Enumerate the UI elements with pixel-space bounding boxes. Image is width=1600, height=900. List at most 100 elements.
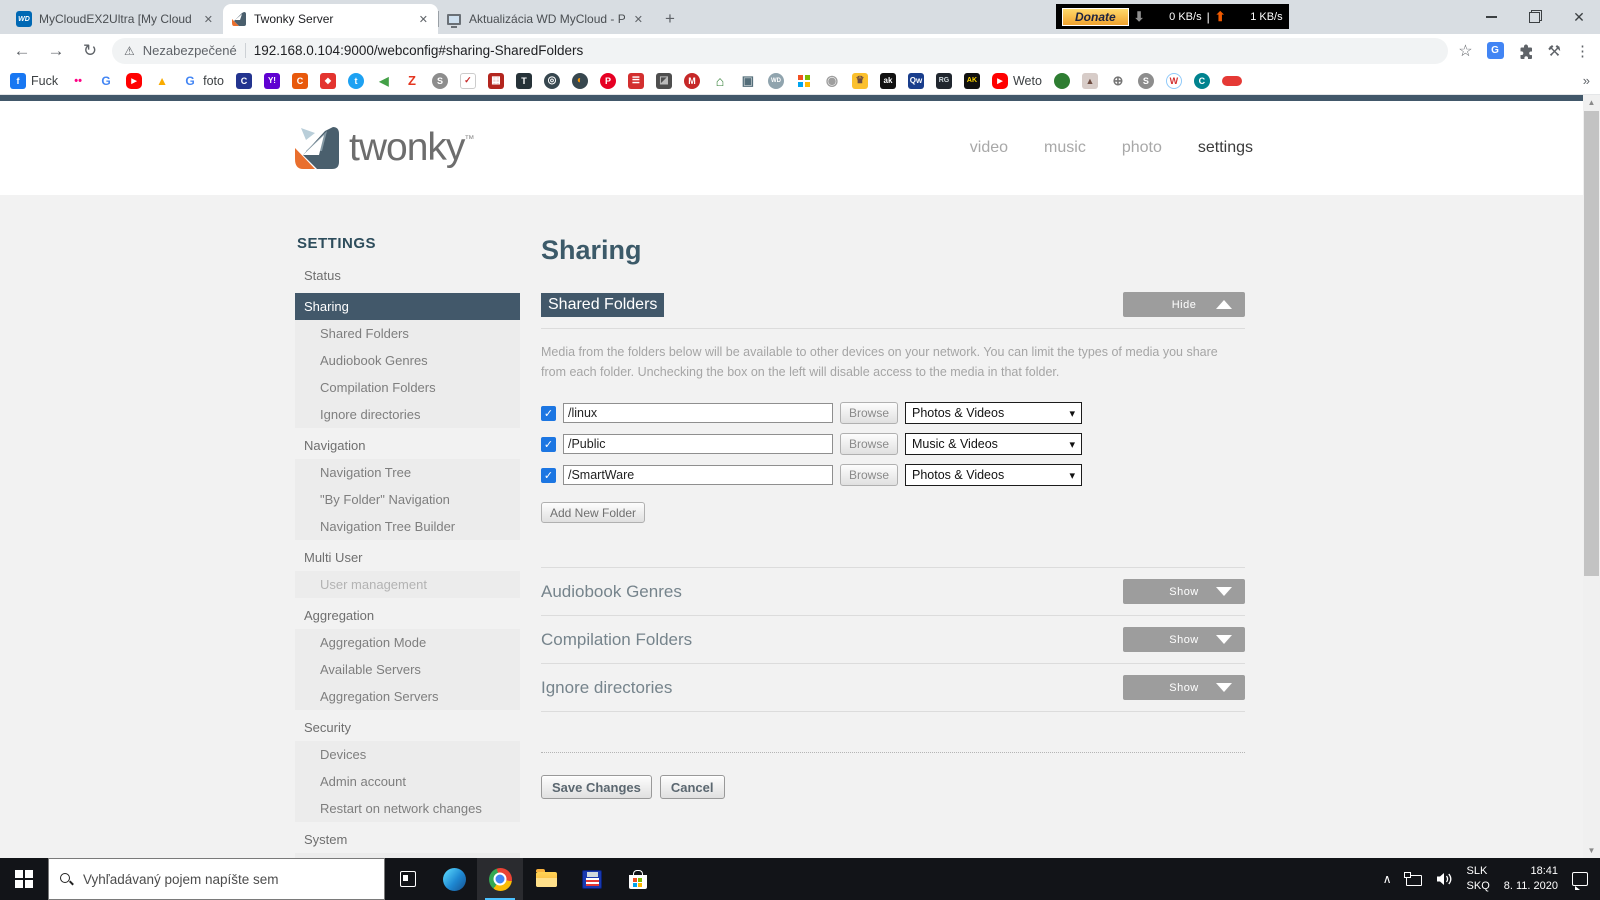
language-indicator[interactable]: SLK SKQ xyxy=(1467,864,1490,894)
bookmark-z-red[interactable]: Z xyxy=(404,73,420,89)
show-button[interactable]: Show xyxy=(1123,579,1245,604)
bookmark-photo-thumbnail[interactable]: ◪ xyxy=(655,72,672,89)
media-type-select[interactable]: Photos & Videos ▾ xyxy=(905,402,1083,424)
sidebar-item-aggregation-mode[interactable]: Aggregation Mode xyxy=(295,629,520,656)
file-explorer-taskbar-button[interactable] xyxy=(523,858,569,900)
media-type-select[interactable]: Photos & Videos ▾ xyxy=(905,464,1083,486)
browse-button[interactable]: Browse xyxy=(840,402,899,424)
close-window-button[interactable]: ✕ xyxy=(1572,9,1586,25)
bookmark-arrow-up-tan[interactable]: ▲ xyxy=(1081,72,1098,89)
bookmark-qw-blue[interactable]: Qw xyxy=(907,72,924,89)
bookmark-dark-ring[interactable]: ◎ xyxy=(543,72,560,89)
bookmark-yahoo[interactable]: Y! xyxy=(263,72,280,89)
sidebar-item-status[interactable]: Status xyxy=(295,262,520,289)
start-button[interactable] xyxy=(0,858,48,900)
bookmark-disc[interactable]: ◉ xyxy=(824,73,840,89)
sidebar-item-restart-on-network-changes[interactable]: Restart on network changes xyxy=(295,795,520,822)
bookmark-youtube-weto[interactable]: ▶ Weto xyxy=(991,72,1042,89)
bookmark-green-oval[interactable] xyxy=(1053,72,1070,89)
browser-tab[interactable]: Aktualizácia WD MyCloud - PC-H ✕ xyxy=(438,4,653,34)
microsoft-store-taskbar-button[interactable] xyxy=(615,858,661,900)
forward-button[interactable]: → xyxy=(44,41,68,61)
sidebar-item-admin-account[interactable]: Admin account xyxy=(295,768,520,795)
total-commander-taskbar-button[interactable] xyxy=(569,858,615,900)
bookmark-youtube[interactable]: ▶ xyxy=(126,72,143,89)
action-center-icon[interactable] xyxy=(1572,872,1588,890)
site-nav-video[interactable]: video xyxy=(970,139,1008,157)
bookmark-google-drive[interactable]: ▲ xyxy=(154,73,170,89)
folder-path-input[interactable] xyxy=(563,465,833,485)
site-nav-photo[interactable]: photo xyxy=(1122,139,1162,157)
bookmark-facebook[interactable]: f Fuck xyxy=(10,72,58,89)
folder-checkbox[interactable]: ✓ xyxy=(541,405,556,421)
bookmark-rg-dark[interactable]: RG xyxy=(935,72,952,89)
bookmark-s-gray[interactable]: S xyxy=(431,72,448,89)
bookmark-shopping-cart[interactable]: ⊕ xyxy=(1110,73,1126,89)
bookmark-c-dark-blue[interactable]: C xyxy=(235,72,252,89)
reload-button[interactable]: ↻ xyxy=(78,41,102,61)
browse-button[interactable]: Browse xyxy=(840,464,899,486)
page-scrollbar[interactable]: ▲ ▼ xyxy=(1583,95,1600,858)
clock[interactable]: 18:41 8. 11. 2020 xyxy=(1504,864,1558,894)
browser-menu-icon[interactable]: ⋮ xyxy=(1575,42,1590,60)
scrollbar-thumb[interactable] xyxy=(1584,111,1599,576)
bookmark-computer[interactable]: ▣ xyxy=(740,73,756,89)
scroll-down-arrow[interactable]: ▼ xyxy=(1583,843,1600,858)
extensions-puzzle-icon[interactable] xyxy=(1518,43,1534,59)
chrome-taskbar-button[interactable] xyxy=(477,858,523,900)
translate-icon[interactable]: G xyxy=(1486,42,1504,59)
sidebar-item-by-folder-navigation[interactable]: "By Folder" Navigation xyxy=(295,486,520,513)
bookmark-green-arrow[interactable]: ◀ xyxy=(376,73,392,89)
bookmark-red-receipt[interactable]: ☰ xyxy=(627,72,644,89)
back-button[interactable]: ← xyxy=(10,41,34,61)
bookmark-s-gray-2[interactable]: S xyxy=(1137,72,1154,89)
hidden-icons-chevron[interactable]: ∧ xyxy=(1383,872,1392,886)
sidebar-item-navigation-tree[interactable]: Navigation Tree xyxy=(295,459,520,486)
sidebar-item-user-management[interactable]: User management xyxy=(295,571,520,598)
media-type-select[interactable]: Music & Videos ▾ xyxy=(905,433,1083,455)
save-changes-button[interactable]: Save Changes xyxy=(541,775,652,799)
sidebar-item-navigation-tree-builder[interactable]: Navigation Tree Builder xyxy=(295,513,520,540)
bookmark-c-orange[interactable]: C xyxy=(291,72,308,89)
tab-close-icon[interactable]: ✕ xyxy=(632,13,645,26)
address-bar[interactable]: ⚠ Nezabezpečené 192.168.0.104:9000/webco… xyxy=(112,37,1449,64)
bookmark-ak-black[interactable]: ak xyxy=(879,72,896,89)
task-view-taskbar-button[interactable] xyxy=(385,858,431,900)
minimize-button[interactable] xyxy=(1484,10,1498,24)
extension-tools-icon[interactable]: ⚒ xyxy=(1548,42,1561,60)
bookmark-dark-orange-circle[interactable]: ◐ xyxy=(571,72,588,89)
bookmark-green-home[interactable]: ⌂ xyxy=(712,73,728,89)
bookmark-red-app[interactable]: ◆ xyxy=(319,72,336,89)
folder-checkbox[interactable]: ✓ xyxy=(541,467,556,483)
sidebar-item-aggregation[interactable]: Aggregation xyxy=(295,602,520,629)
bookmark-flickr[interactable]: •• xyxy=(70,73,86,89)
bookmark-twitter[interactable]: t xyxy=(347,72,364,89)
sidebar-item-security[interactable]: Security xyxy=(295,714,520,741)
cancel-button[interactable]: Cancel xyxy=(659,775,725,799)
hide-button[interactable]: Hide xyxy=(1123,292,1245,317)
bookmark-w-circle[interactable]: W xyxy=(1165,72,1182,89)
bookmark-star-icon[interactable]: ☆ xyxy=(1458,41,1472,61)
browser-tab[interactable]: Twonky Server ✕ xyxy=(223,4,438,34)
edge-taskbar-button[interactable] xyxy=(431,858,477,900)
sidebar-item-aggregation-servers[interactable]: Aggregation Servers xyxy=(295,683,520,710)
bookmark-document-check[interactable]: ✓ xyxy=(459,72,476,89)
show-button[interactable]: Show xyxy=(1123,627,1245,652)
sidebar-item-multi-user[interactable]: Multi User xyxy=(295,544,520,571)
sidebar-item-navigation[interactable]: Navigation xyxy=(295,432,520,459)
tab-close-icon[interactable]: ✕ xyxy=(417,13,430,26)
sidebar-item-audiobook-genres[interactable]: Audiobook Genres xyxy=(295,347,520,374)
add-new-folder-button[interactable]: Add New Folder xyxy=(541,502,646,523)
bookmarks-overflow-icon[interactable]: » xyxy=(1575,73,1590,88)
sidebar-item-compilation-folders[interactable]: Compilation Folders xyxy=(295,374,520,401)
not-secure-label[interactable]: Nezabezpečené xyxy=(143,43,237,58)
bookmark-t-dark[interactable]: T xyxy=(515,72,532,89)
folder-path-input[interactable] xyxy=(563,403,833,423)
scroll-up-arrow[interactable]: ▲ xyxy=(1583,95,1600,110)
url-text[interactable]: 192.168.0.104:9000/webconfig#sharing-Sha… xyxy=(254,43,583,58)
bookmark-m-red[interactable]: M xyxy=(683,72,700,89)
bookmark-ak-yellow[interactable]: AK xyxy=(963,72,980,89)
bookmark-google[interactable]: G xyxy=(98,73,114,89)
taskbar-search-box[interactable]: Vyhľadávaný pojem napíšte sem xyxy=(48,858,385,900)
site-nav-settings[interactable]: settings xyxy=(1198,139,1253,157)
